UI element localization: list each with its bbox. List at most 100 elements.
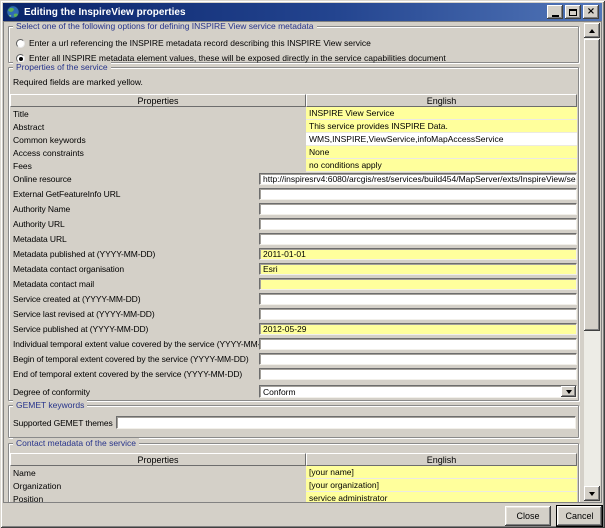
up-arrow-icon [589, 29, 595, 33]
table-row: Common keywordsWMS,INSPIRE,ViewService,i… [10, 133, 577, 146]
property-value-fees[interactable]: no conditions apply [306, 159, 577, 172]
input-service-created-at-yyyy-mm-dd[interactable] [259, 293, 577, 305]
property-label-name: Name [10, 466, 306, 479]
window-controls: × [545, 5, 599, 19]
field-label-service-last-revised-at-yyyy-mm-dd: Service last revised at (YYYY-MM-DD) [10, 308, 259, 320]
property-label-position: Position [10, 492, 306, 503]
property-value-title[interactable]: INSPIRE View Service [306, 107, 577, 120]
properties-table: PropertiesEnglish TitleINSPIRE View Serv… [10, 94, 577, 172]
maximize-button[interactable] [565, 5, 581, 19]
field-row: External GetFeatureInfo URL [10, 188, 577, 200]
titlebar[interactable]: Editing the InspireView properties × [3, 3, 602, 21]
input-metadata-published-at-yyyy-mm-dd[interactable]: 2011-01-01 [259, 248, 577, 260]
dialog-window: Editing the InspireView properties × Sel… [0, 0, 605, 528]
chevron-down-icon [566, 390, 572, 394]
property-label-title: Title [10, 107, 306, 120]
field-label-service-published-at-yyyy-mm-dd: Service published at (YYYY-MM-DD) [10, 323, 259, 335]
scrollbar-thumb[interactable] [584, 39, 600, 331]
field-row: End of temporal extent covered by the se… [10, 368, 577, 380]
field-label-metadata-contact-mail: Metadata contact mail [10, 278, 259, 290]
vertical-scrollbar[interactable] [584, 23, 600, 501]
contact-metadata-group: Contact metadata of the service Properti… [8, 443, 579, 503]
supported-gemet-themes-input[interactable] [116, 416, 576, 429]
column-header-english[interactable]: English [306, 453, 577, 466]
column-header-properties[interactable]: Properties [10, 453, 306, 466]
scroll-up-button[interactable] [584, 23, 600, 38]
radio-button-icon[interactable] [16, 39, 25, 48]
minimize-icon [552, 15, 559, 17]
table-body: TitleINSPIRE View ServiceAbstractThis se… [10, 107, 577, 172]
field-label-metadata-contact-organisation: Metadata contact organisation [10, 263, 259, 275]
input-begin-of-temporal-extent-covered-by-the-service-[interactable] [259, 353, 577, 365]
required-fields-note: Required fields are marked yellow. [13, 77, 143, 87]
group-title-properties: Properties of the service [13, 62, 111, 73]
input-authority-url[interactable] [259, 218, 577, 230]
input-authority-name[interactable] [259, 203, 577, 215]
gemet-themes-row: Supported GEMET themes [13, 416, 576, 429]
field-row: Service last revised at (YYYY-MM-DD) [10, 308, 577, 320]
input-individual-temporal-extent-value-covered-by-the-[interactable] [259, 338, 577, 350]
property-label-abstract: Abstract [10, 120, 306, 133]
field-row: Service created at (YYYY-MM-DD) [10, 293, 577, 305]
property-value-name[interactable]: [your name] [306, 466, 577, 479]
close-dialog-button[interactable]: Close [505, 506, 551, 526]
column-header-properties[interactable]: Properties [10, 94, 306, 107]
service-properties-group: Properties of the service Required field… [8, 67, 579, 401]
field-row: Authority URL [10, 218, 577, 230]
input-metadata-contact-mail[interactable] [259, 278, 577, 290]
field-label-metadata-published-at-yyyy-mm-dd: Metadata published at (YYYY-MM-DD) [10, 248, 259, 260]
field-label-begin-of-temporal-extent-covered-by-the-service-: Begin of temporal extent covered by the … [10, 353, 259, 365]
input-online-resource[interactable]: http://inspiresrv4:6080/arcgis/rest/serv… [259, 173, 577, 185]
dropdown-button[interactable] [561, 386, 576, 397]
field-row: Metadata contact mail [10, 278, 577, 290]
input-service-last-revised-at-yyyy-mm-dd[interactable] [259, 308, 577, 320]
field-row: Metadata URL [10, 233, 577, 245]
table-header-row: PropertiesEnglish [10, 453, 577, 466]
input-external-getfeatureinfo-url[interactable] [259, 188, 577, 200]
degree-of-conformity-select[interactable]: Conform [259, 385, 577, 398]
table-row: Feesno conditions apply [10, 159, 577, 172]
field-row: Metadata contact organisationEsri [10, 263, 577, 275]
property-value-access-constraints[interactable]: None [306, 146, 577, 159]
property-value-abstract[interactable]: This service provides INSPIRE Data. [306, 120, 577, 133]
field-row: Online resourcehttp://inspiresrv4:6080/a… [10, 173, 577, 185]
column-header-english[interactable]: English [306, 94, 577, 107]
property-value-common-keywords[interactable]: WMS,INSPIRE,ViewService,infoMapAccessSer… [306, 133, 577, 146]
group-title-gemet: GEMET keywords [13, 400, 87, 411]
service-field-list: Online resourcehttp://inspiresrv4:6080/a… [10, 173, 577, 383]
input-metadata-contact-organisation[interactable]: Esri [259, 263, 577, 275]
property-value-organization[interactable]: [your organization] [306, 479, 577, 492]
input-metadata-url[interactable] [259, 233, 577, 245]
degree-of-conformity-row: Degree of conformity Conform [10, 385, 577, 398]
window-title: Editing the InspireView properties [24, 7, 545, 18]
field-row: Begin of temporal extent covered by the … [10, 353, 577, 365]
table-row: AbstractThis service provides INSPIRE Da… [10, 120, 577, 133]
close-window-button[interactable]: × [583, 5, 599, 19]
selected-conformity-value: Conform [260, 386, 561, 397]
field-label-individual-temporal-extent-value-covered-by-the-: Individual temporal extent value covered… [10, 338, 259, 350]
gemet-themes-label: Supported GEMET themes [13, 418, 113, 428]
radio-option-url-reference[interactable]: Enter a url referencing the INSPIRE meta… [16, 37, 371, 49]
maximize-icon [569, 9, 577, 16]
field-row: Individual temporal extent value covered… [10, 338, 577, 350]
property-value-position[interactable]: service administrator [306, 492, 577, 503]
field-label-metadata-url: Metadata URL [10, 233, 259, 245]
field-label-external-getfeatureinfo-url: External GetFeatureInfo URL [10, 188, 259, 200]
degree-of-conformity-label: Degree of conformity [10, 385, 259, 398]
table-header-row: PropertiesEnglish [10, 94, 577, 107]
table-row: Positionservice administrator [10, 492, 577, 503]
down-arrow-icon [589, 492, 595, 496]
field-row: Metadata published at (YYYY-MM-DD)2011-0… [10, 248, 577, 260]
cancel-button[interactable]: Cancel [556, 505, 603, 527]
metadata-options-group: Select one of the following options for … [8, 26, 579, 63]
scroll-panel: Select one of the following options for … [3, 21, 602, 503]
close-icon: × [587, 7, 595, 17]
minimize-button[interactable] [547, 5, 563, 19]
table-row: Name[your name] [10, 466, 577, 479]
group-title-contact: Contact metadata of the service [13, 438, 139, 449]
field-row: Service published at (YYYY-MM-DD)2012-05… [10, 323, 577, 335]
field-label-online-resource: Online resource [10, 173, 259, 185]
scroll-down-button[interactable] [584, 486, 600, 501]
input-service-published-at-yyyy-mm-dd[interactable]: 2012-05-29 [259, 323, 577, 335]
input-end-of-temporal-extent-covered-by-the-service-yy[interactable] [259, 368, 577, 380]
